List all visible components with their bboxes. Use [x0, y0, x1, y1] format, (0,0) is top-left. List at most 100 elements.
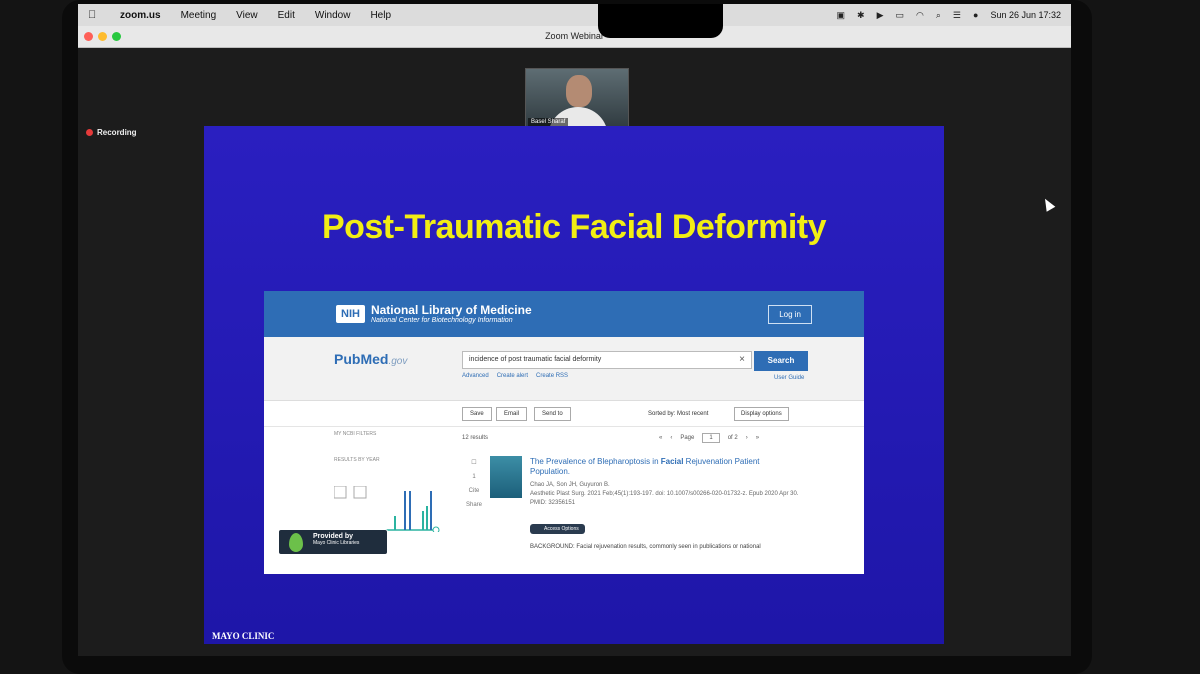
participant-head [566, 75, 592, 107]
article-number: 1 [472, 474, 476, 480]
pubmed-logo: PubMed.gov [334, 351, 407, 367]
expand-icon [334, 486, 347, 499]
results-by-year-chart: 2022 [334, 486, 440, 532]
article-side: ☐ 1 Cite Share [464, 456, 484, 512]
advanced-link: Advanced [462, 373, 489, 379]
article-pmid: PMID: 32356151 [530, 500, 576, 506]
my-ncbi-filters-label: MY NCBI FILTERS [334, 431, 377, 437]
search-query: incidence of post traumatic facial defor… [469, 356, 602, 363]
nih-subtitle: National Center for Biotechnology Inform… [370, 317, 513, 324]
save-button: Save [462, 407, 492, 421]
nih-title: National Library of Medicine [370, 303, 532, 317]
results-count: 12 results [462, 435, 489, 441]
pubmed-screenshot: NIH National Library of Medicine Nationa… [264, 291, 864, 574]
bar [394, 516, 396, 530]
clock[interactable]: Sun 26 Jun 17:32 [990, 10, 1061, 20]
menu-app-name[interactable]: zoom.us [120, 10, 161, 21]
screen:  zoom.us Meeting View Edit Window Help … [78, 4, 1071, 656]
search-icon[interactable]: ⌕ [936, 10, 941, 21]
article-citation: Aesthetic Plast Surg. 2021 Feb;45(1):193… [530, 491, 799, 497]
menu-edit[interactable]: Edit [278, 10, 295, 21]
title-part: The Prevalence of Blepharoptosis in [530, 457, 661, 466]
select-checkbox: ☐ [471, 460, 477, 466]
access-options-button: Access Options [530, 524, 585, 534]
create-rss-link: Create RSS [536, 373, 569, 379]
page-input: 1 [702, 433, 720, 443]
article-abstract: BACKGROUND: Facial rejuvenation results,… [530, 544, 761, 550]
cite-link: Cite [468, 488, 480, 494]
mayo-clinic-logo: MAYO CLINIC [212, 631, 275, 641]
menu-view[interactable]: View [236, 10, 258, 21]
camera-notch [598, 4, 723, 38]
title-bold: Facial [660, 457, 684, 466]
search-input: incidence of post traumatic facial defor… [462, 351, 752, 369]
filters-panel: MY NCBI FILTERS RESULTS BY YEAR [334, 431, 454, 463]
prev-page-icon: ‹ [670, 435, 673, 441]
menu-help[interactable]: Help [370, 10, 391, 21]
create-alert-link: Create alert [496, 373, 529, 379]
send-to-button: Send to [534, 407, 571, 421]
recording-indicator: Recording [86, 128, 137, 137]
mouse-cursor-icon [1040, 196, 1056, 212]
pubmed-logo-text: PubMed [334, 351, 389, 367]
clear-icon: × [739, 354, 745, 365]
page-total: of 2 [727, 435, 738, 441]
drop-icon [289, 533, 303, 552]
search-button: Search [754, 351, 808, 371]
battery-icon[interactable]: ▭ [896, 10, 905, 21]
menu-meeting[interactable]: Meeting [181, 10, 217, 21]
bar [426, 506, 428, 530]
first-page-icon: « [659, 435, 663, 441]
provided-by-label: Provided by [313, 533, 354, 540]
control-center-icon[interactable]: ☰ [953, 10, 961, 21]
search-links: Advanced Create alert Create RSS [462, 373, 568, 379]
slide-title: Post-Traumatic Facial Deformity [321, 208, 827, 246]
nih-badge: NIH [336, 304, 365, 323]
bar [422, 511, 424, 530]
display-options-button: Display options [734, 407, 789, 421]
user-guide-link: User Guide [774, 375, 805, 381]
participant-video[interactable]: Basel Sharaf [525, 68, 629, 130]
pubmed-search-header: PubMed.gov incidence of post traumatic f… [264, 337, 864, 401]
wifi-icon[interactable]: ◠ [916, 10, 924, 21]
next-page-icon: › [745, 435, 748, 441]
last-page-icon: » [755, 435, 760, 441]
pagination: « ‹ Page 1 of 2 › » [659, 433, 759, 443]
email-button: Email [496, 407, 528, 421]
nih-logo: NIH National Library of Medicine Nationa… [336, 303, 532, 324]
login-button: Log in [768, 305, 812, 324]
journal-cover [490, 456, 522, 498]
window-title: Zoom Webinar [545, 31, 604, 41]
provided-by-badge: Provided by Mayo Clinic Libraries [278, 529, 388, 555]
bar [430, 491, 432, 530]
zoom-status-icon[interactable]: ▣ [837, 10, 846, 21]
shared-slide: Post-Traumatic Facial Deformity NIH Nati… [204, 126, 944, 644]
download-icon [353, 486, 367, 499]
window-titlebar: Zoom Webinar [78, 26, 1071, 48]
article-title: The Prevalence of Blepharoptosis in Faci… [530, 457, 790, 477]
participant-name: Basel Sharaf [528, 118, 569, 126]
results-by-year-label: RESULTS BY YEAR [334, 457, 380, 463]
sort-label: Sorted by: Most recent [648, 411, 709, 417]
recording-label: Recording [97, 128, 137, 137]
bluetooth-icon[interactable]: ✱ [857, 10, 865, 21]
page-label: Page [680, 435, 695, 441]
apple-icon[interactable]:  [88, 9, 102, 21]
menu-window[interactable]: Window [315, 10, 351, 21]
video-stage: Basel Sharaf Recording Post-Traumatic Fa… [78, 48, 1071, 656]
bar [409, 491, 411, 530]
nih-header: NIH National Library of Medicine Nationa… [264, 291, 864, 337]
article-authors: Chao JA, Son JH, Guyuron B. [530, 482, 610, 488]
provided-by-sub: Mayo Clinic Libraries [313, 540, 360, 546]
bar [404, 491, 406, 530]
play-icon[interactable]: ▶ [877, 10, 884, 21]
pubmed-logo-suffix: .gov [388, 356, 408, 367]
mac-menubar:  zoom.us Meeting View Edit Window Help … [78, 4, 1071, 26]
results-toolbar: Save Email Send to Sorted by: Most recen… [264, 401, 864, 427]
article-meta: Chao JA, Son JH, Guyuron B. Aesthetic Pl… [530, 481, 810, 508]
share-link: Share [465, 502, 482, 508]
range-handle [432, 526, 440, 532]
status-area: ▣ ✱ ▶ ▭ ◠ ⌕ ☰ ● Sun 26 Jun 17:32 [837, 4, 1061, 26]
record-dot-icon [86, 129, 93, 136]
siri-icon[interactable]: ● [973, 10, 978, 20]
